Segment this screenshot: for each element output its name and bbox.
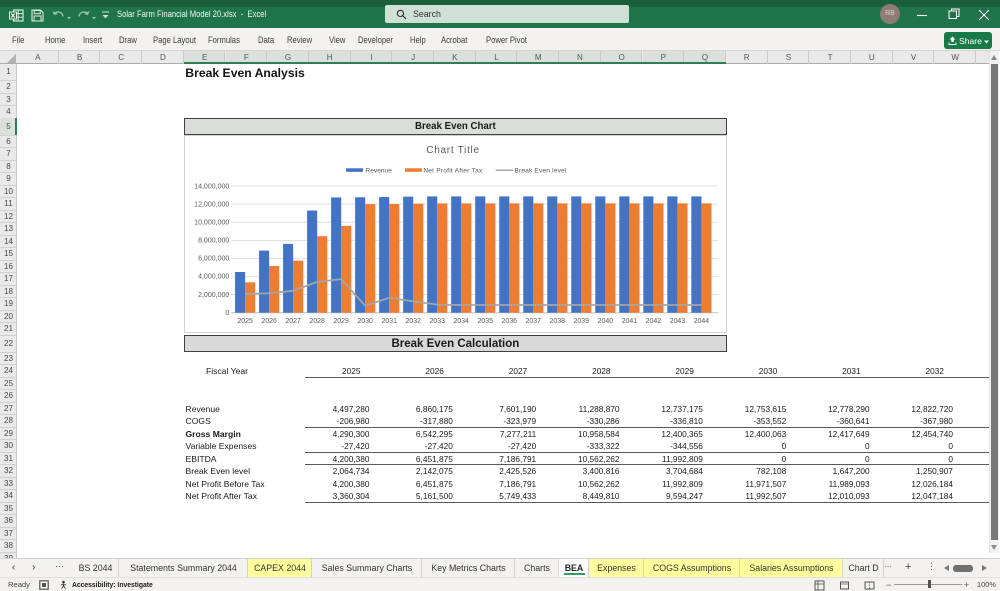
svg-text:14,000,000: 14,000,000 [194, 183, 229, 190]
svg-text:2028: 2028 [309, 318, 325, 325]
svg-text:Chart Title: Chart Title [426, 145, 480, 156]
svg-text:6,000,000: 6,000,000 [198, 256, 229, 263]
svg-text:2034: 2034 [453, 318, 469, 325]
svg-text:2043: 2043 [670, 318, 686, 325]
svg-text:2039: 2039 [573, 318, 589, 325]
svg-text:12,000,000: 12,000,000 [194, 201, 229, 208]
svg-text:Break Even level: Break Even level [514, 168, 566, 175]
svg-text:10,000,000: 10,000,000 [194, 219, 229, 226]
svg-text:2032: 2032 [405, 318, 421, 325]
svg-text:0: 0 [225, 310, 229, 317]
svg-text:2041: 2041 [622, 318, 638, 325]
svg-text:2031: 2031 [381, 318, 397, 325]
svg-text:2035: 2035 [477, 318, 493, 325]
svg-text:2040: 2040 [597, 318, 613, 325]
svg-text:2042: 2042 [645, 318, 661, 325]
svg-text:2,000,000: 2,000,000 [198, 292, 229, 299]
svg-text:2044: 2044 [693, 318, 709, 325]
svg-text:Revenue: Revenue [365, 168, 392, 175]
svg-text:2029: 2029 [333, 318, 349, 325]
svg-text:2038: 2038 [549, 318, 565, 325]
svg-text:2027: 2027 [285, 318, 301, 325]
svg-text:Net Profit After Tax: Net Profit After Tax [423, 168, 483, 175]
svg-text:4,000,000: 4,000,000 [198, 274, 229, 281]
svg-text:8,000,000: 8,000,000 [198, 238, 229, 245]
svg-text:2036: 2036 [501, 318, 517, 325]
svg-text:2033: 2033 [429, 318, 445, 325]
svg-text:2030: 2030 [357, 318, 373, 325]
svg-text:2025: 2025 [237, 318, 253, 325]
svg-text:2026: 2026 [261, 318, 277, 325]
svg-text:2037: 2037 [525, 318, 541, 325]
